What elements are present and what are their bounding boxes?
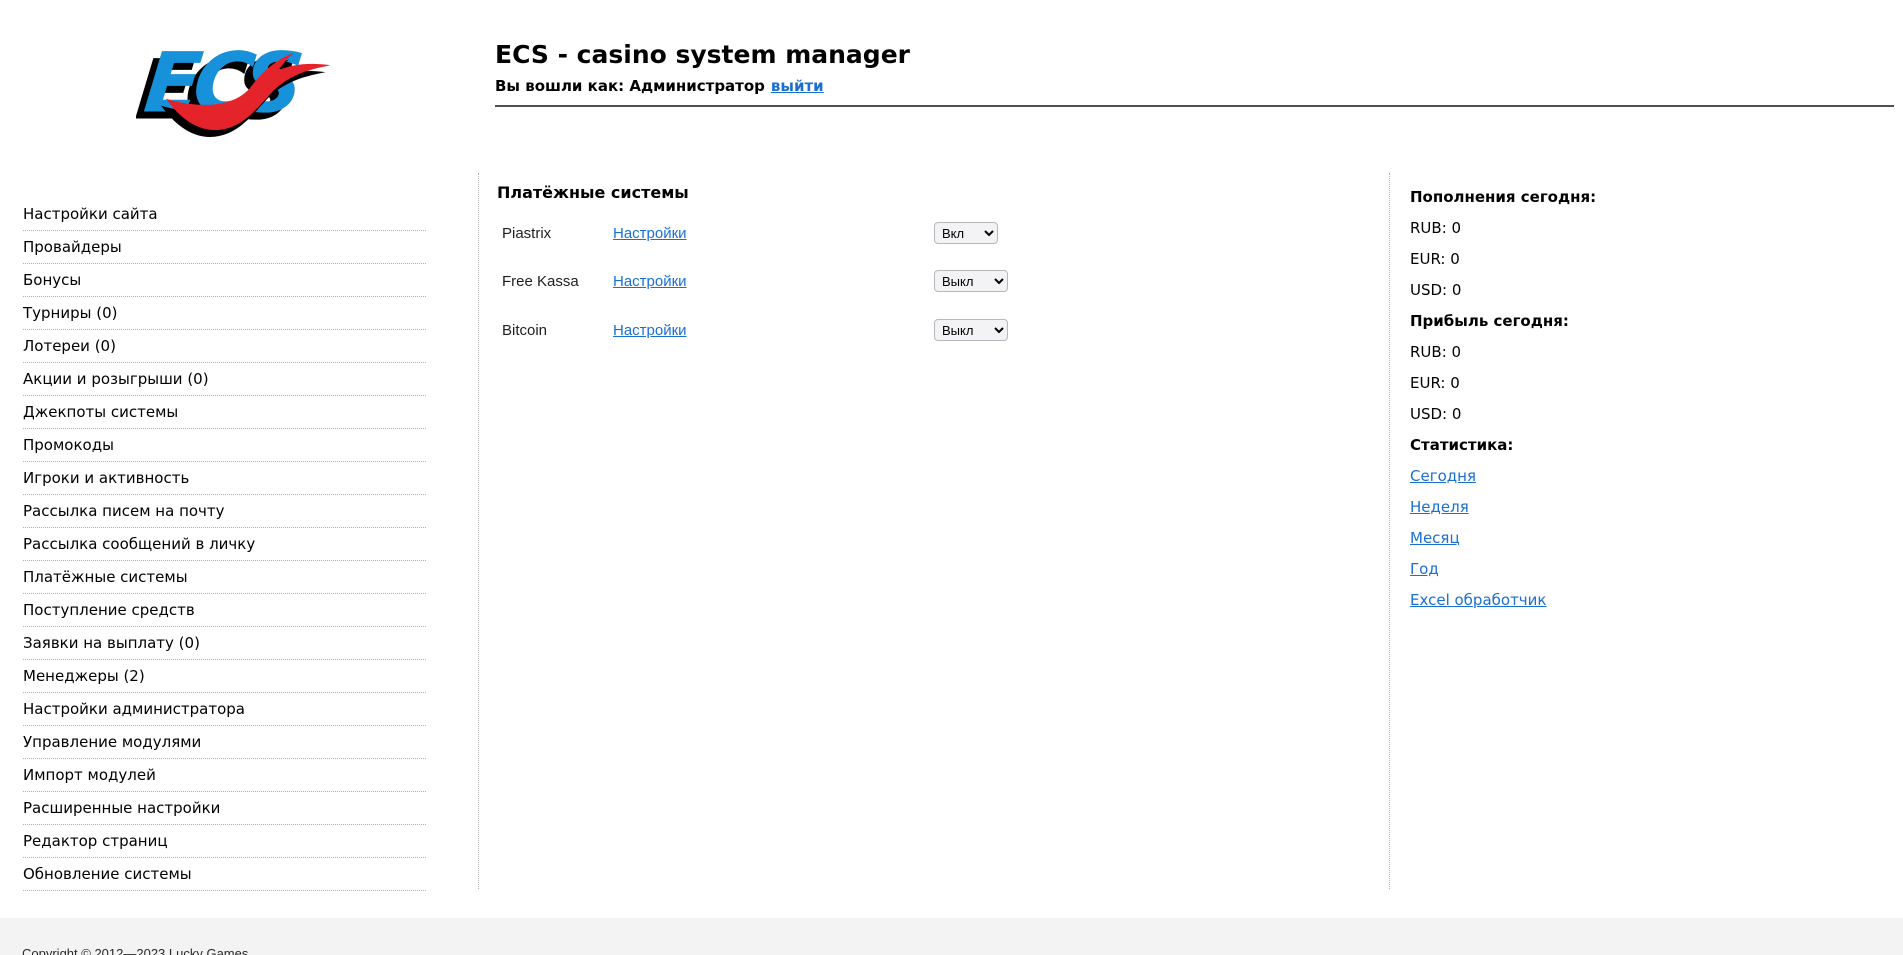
payment-name: Bitcoin bbox=[502, 321, 548, 339]
logged-in-label: Вы вошли как: Администратор bbox=[495, 77, 765, 95]
sidebar-item-promotions[interactable]: Акции и розыгрыши (0) bbox=[23, 363, 426, 396]
stats-link-year[interactable]: Год bbox=[1410, 560, 1439, 578]
piastrix-state-select[interactable]: Вкл bbox=[934, 222, 998, 244]
deposits-today-title: Пополнения сегодня: bbox=[1410, 188, 1597, 206]
sidebar-item-module-import[interactable]: Импорт модулей bbox=[23, 759, 426, 792]
sidebar-item-bonuses[interactable]: Бонусы bbox=[23, 264, 426, 297]
sidebar-item-site-settings[interactable]: Настройки сайта bbox=[23, 198, 426, 231]
copyright-text: Copyright © 2012—2023 Lucky Games bbox=[22, 946, 249, 955]
sidebar-item-payment-systems[interactable]: Платёжные системы bbox=[23, 561, 426, 594]
sidebar-item-managers[interactable]: Менеджеры (2) bbox=[23, 660, 426, 693]
right-column-divider bbox=[1389, 173, 1390, 889]
profit-eur: EUR: 0 bbox=[1410, 374, 1460, 392]
profit-rub: RUB: 0 bbox=[1410, 343, 1462, 361]
ecs-logo-image: ECS ECS bbox=[131, 35, 331, 138]
sidebar-item-system-update[interactable]: Обновление системы bbox=[23, 858, 426, 891]
sidebar-item-module-management[interactable]: Управление модулями bbox=[23, 726, 426, 759]
header-divider bbox=[495, 105, 1894, 107]
freekassa-state-select[interactable]: Выкл bbox=[934, 270, 1008, 292]
sidebar-item-providers[interactable]: Провайдеры bbox=[23, 231, 426, 264]
stats-link-month[interactable]: Месяц bbox=[1410, 529, 1460, 547]
profit-usd: USD: 0 bbox=[1410, 405, 1462, 423]
bitcoin-state-select[interactable]: Выкл bbox=[934, 319, 1008, 341]
footer: Copyright © 2012—2023 Lucky Games bbox=[0, 918, 1903, 955]
payment-name: Piastrix bbox=[502, 224, 552, 242]
page-title: ECS - casino system manager bbox=[495, 40, 910, 69]
stats-link-excel[interactable]: Excel обработчик bbox=[1410, 591, 1546, 609]
deposits-rub: RUB: 0 bbox=[1410, 219, 1462, 237]
stats-link-today[interactable]: Сегодня bbox=[1410, 467, 1476, 485]
sidebar-item-advanced-settings[interactable]: Расширенные настройки bbox=[23, 792, 426, 825]
payment-name: Free Kassa bbox=[502, 272, 579, 290]
sidebar-item-email-mailing[interactable]: Рассылка писем на почту bbox=[23, 495, 426, 528]
stats-link-week[interactable]: Неделя bbox=[1410, 498, 1469, 516]
sidebar-item-incoming-funds[interactable]: Поступление средств bbox=[23, 594, 426, 627]
sidebar-item-jackpots[interactable]: Джекпоты системы bbox=[23, 396, 426, 429]
sidebar-item-payout-requests[interactable]: Заявки на выплату (0) bbox=[23, 627, 426, 660]
sidebar-item-admin-settings[interactable]: Настройки администратора bbox=[23, 693, 426, 726]
sidebar-item-page-editor[interactable]: Редактор страниц bbox=[23, 825, 426, 858]
login-status-line: Вы вошли как: Администратор выйти bbox=[495, 77, 824, 95]
ecs-logo: ECS ECS bbox=[131, 16, 334, 156]
stats-panel: Пополнения сегодня: RUB: 0 EUR: 0 USD: 0… bbox=[1410, 188, 1880, 622]
statistics-title: Статистика: bbox=[1410, 436, 1514, 454]
deposits-usd: USD: 0 bbox=[1410, 281, 1462, 299]
sidebar-item-lotteries[interactable]: Лотереи (0) bbox=[23, 330, 426, 363]
logout-link[interactable]: выйти bbox=[771, 77, 824, 95]
left-column-divider bbox=[478, 173, 479, 889]
payment-systems-panel: Платёжные системы Piastrix Настройки Вкл… bbox=[497, 183, 1377, 341]
piastrix-settings-link[interactable]: Настройки bbox=[613, 225, 687, 242]
sidebar-item-pm-mailing[interactable]: Рассылка сообщений в личку bbox=[23, 528, 426, 561]
bitcoin-settings-link[interactable]: Настройки bbox=[613, 322, 687, 339]
freekassa-settings-link[interactable]: Настройки bbox=[613, 273, 687, 290]
sidebar-menu: Настройки сайта Провайдеры Бонусы Турнир… bbox=[23, 198, 426, 891]
deposits-eur: EUR: 0 bbox=[1410, 250, 1460, 268]
sidebar-item-promocodes[interactable]: Промокоды bbox=[23, 429, 426, 462]
main-title: Платёжные системы bbox=[497, 183, 689, 202]
sidebar-item-players-activity[interactable]: Игроки и активность bbox=[23, 462, 426, 495]
profit-today-title: Прибыль сегодня: bbox=[1410, 312, 1569, 330]
sidebar-item-tournaments[interactable]: Турниры (0) bbox=[23, 297, 426, 330]
